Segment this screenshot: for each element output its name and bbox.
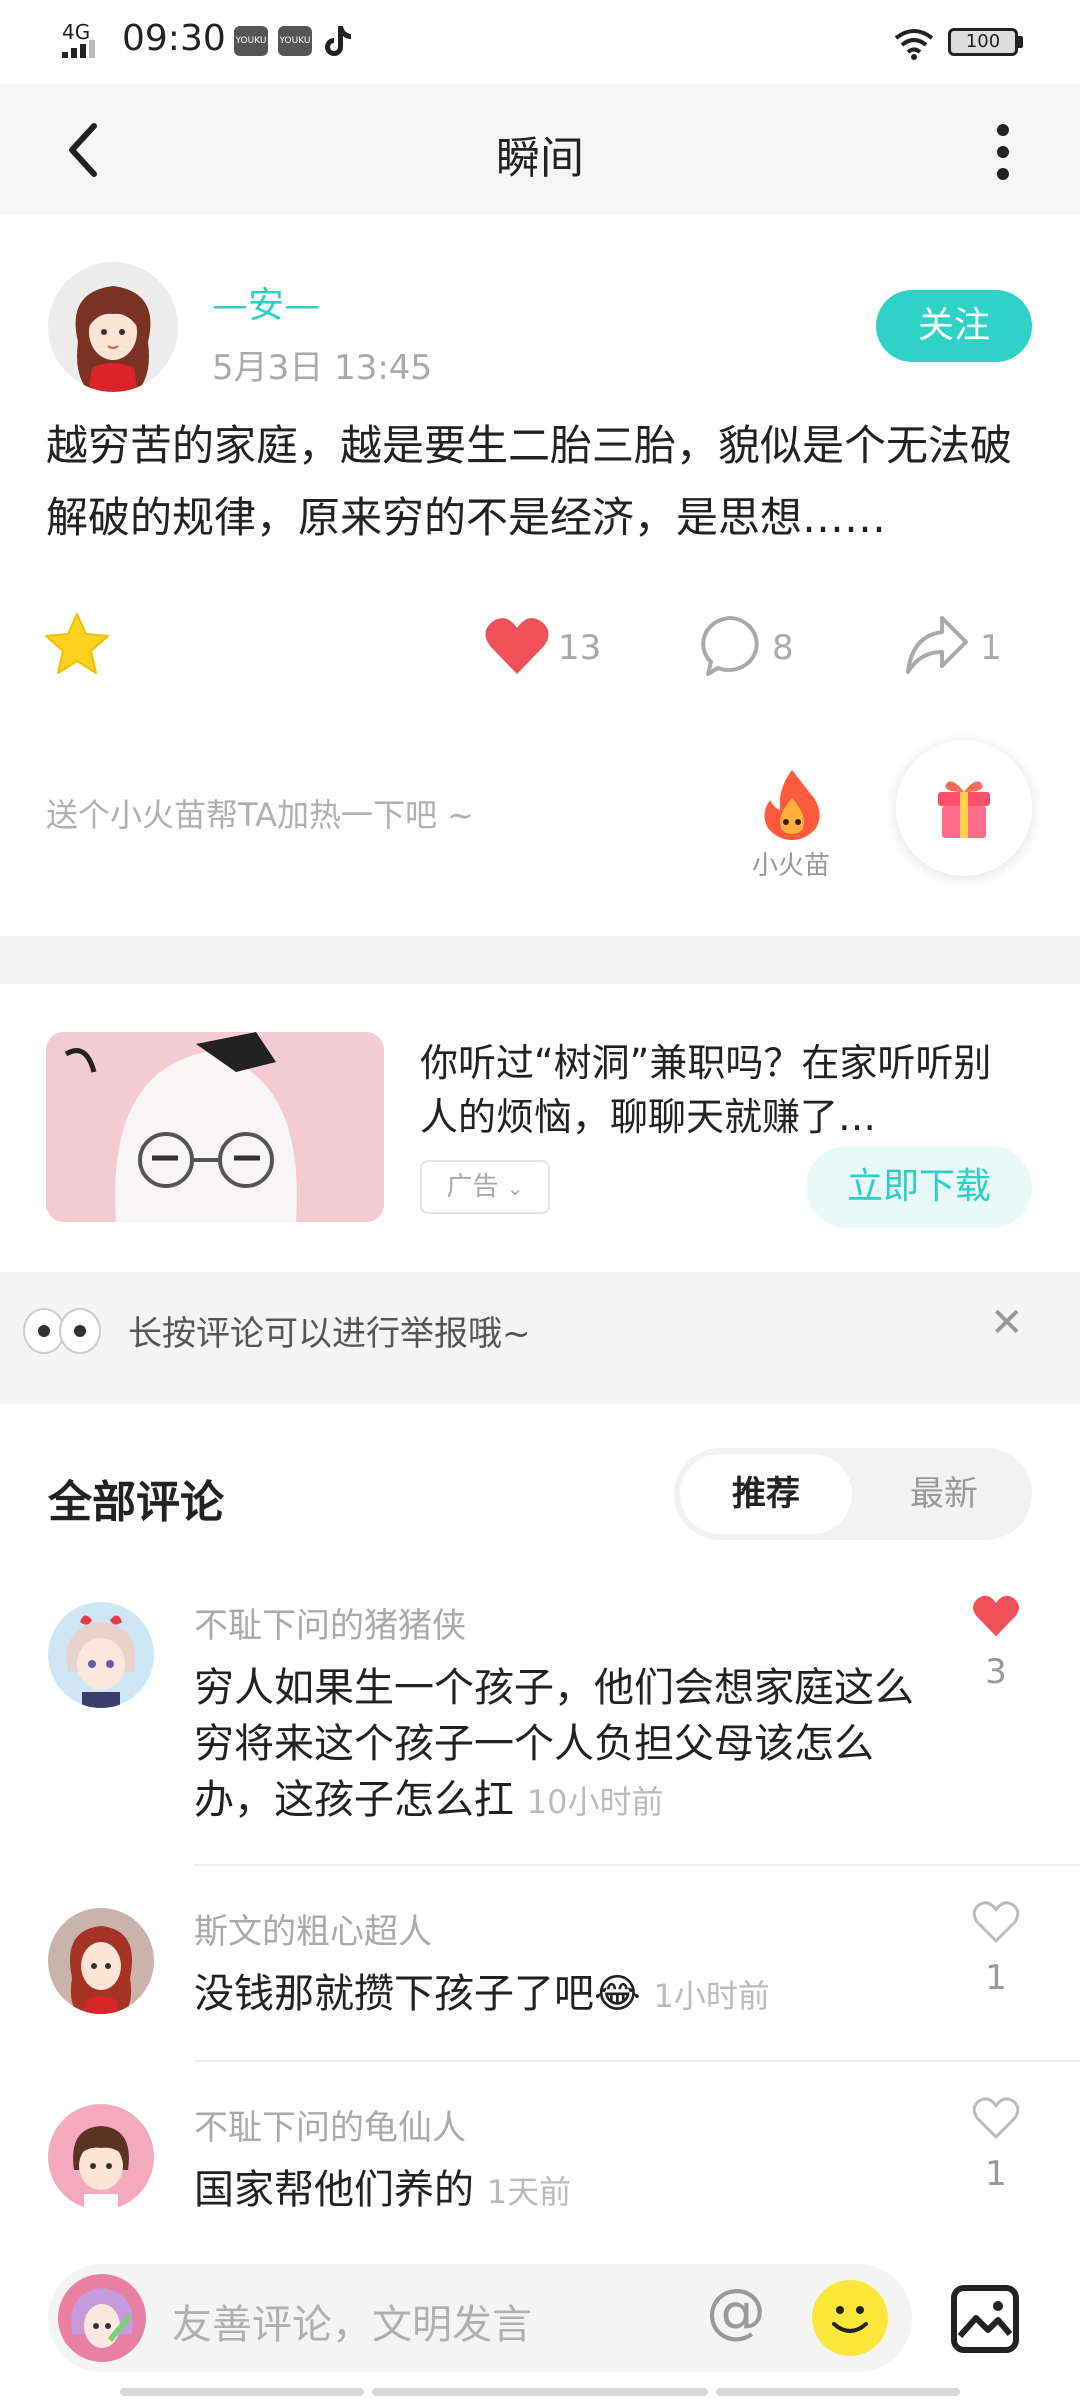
- author-avatar[interactable]: [48, 262, 178, 392]
- download-button[interactable]: 立即下载: [806, 1146, 1032, 1228]
- heat-prompt: 送个小火苗帮TA加热一下吧 ~: [46, 796, 474, 834]
- follow-button[interactable]: 关注: [876, 290, 1032, 362]
- commenter-name[interactable]: 斯文的粗心超人: [194, 1904, 432, 1953]
- gesture-bar: [716, 2388, 960, 2396]
- comment-time: 1天前: [486, 2173, 572, 2211]
- gift-icon: [934, 776, 994, 840]
- author-username[interactable]: —安—: [212, 276, 320, 328]
- comment-time: 10小时前: [526, 1783, 664, 1821]
- more-options-icon[interactable]: [988, 122, 1018, 182]
- sort-recommended-tab[interactable]: 推荐: [680, 1454, 852, 1534]
- close-icon[interactable]: ✕: [990, 1300, 1024, 1346]
- gesture-bar: [120, 2388, 364, 2396]
- emoji-icon[interactable]: [812, 2280, 888, 2356]
- commenter-name[interactable]: 不耻下问的龟仙人: [194, 2100, 466, 2149]
- ad-image[interactable]: [46, 1032, 384, 1222]
- eyes-icon: [22, 1306, 102, 1356]
- page-title: 瞬间: [496, 133, 584, 184]
- gesture-bar: [372, 2388, 708, 2396]
- comment-like-count: 3: [985, 1652, 1007, 1692]
- ad-text[interactable]: 你听过“树洞”兼职吗？在家听听别人的烦恼，聊聊天就赚了…: [420, 1036, 1020, 1144]
- comment-body: 没钱那就攒下孩子了吧😂: [194, 1971, 641, 2017]
- battery-tip: [1018, 36, 1023, 48]
- commenter-avatar[interactable]: [48, 1602, 154, 1708]
- comment-time: 1小时前: [653, 1977, 770, 2015]
- comment-input-placeholder[interactable]: 友善评论，文明发言: [172, 2292, 532, 2350]
- youku-app-icon: YOUKU: [234, 26, 268, 56]
- like-count: 13: [558, 628, 602, 668]
- commenter-name[interactable]: 不耻下问的猪猪侠: [194, 1598, 466, 1647]
- wifi-icon: [894, 28, 934, 60]
- comment-text: 穷人如果生一个孩子，他们会想家庭这么穷将来这个孩子一个人负担父母该怎么办，这孩子…: [194, 1660, 934, 1830]
- notice-text: 长按评论可以进行举报哦~: [128, 1314, 531, 1354]
- heart-outline-icon[interactable]: [972, 2096, 1020, 2140]
- comment-like-count: 1: [985, 1958, 1007, 1998]
- ad-tag[interactable]: 广告 ⌄: [420, 1160, 550, 1214]
- youku-app-icon: YOUKU: [278, 26, 312, 56]
- battery-indicator: 100: [948, 28, 1018, 56]
- post-time: 5月3日 13:45: [212, 348, 433, 388]
- star-icon[interactable]: [44, 612, 110, 676]
- my-avatar[interactable]: [58, 2274, 146, 2362]
- share-count: 1: [980, 628, 1002, 668]
- heart-filled-icon[interactable]: [972, 1594, 1020, 1638]
- section-divider: [0, 936, 1080, 984]
- comment-icon[interactable]: [698, 614, 762, 678]
- signal-icon: [62, 40, 102, 58]
- commenter-avatar[interactable]: [48, 1908, 154, 2014]
- comment-like-count: 1: [985, 2154, 1007, 2194]
- chevron-down-icon: ⌄: [506, 1176, 524, 1200]
- post-text: 越穷苦的家庭，越是要生二胎三胎，貌似是个无法破解破的规律，原来穷的不是经济，是思…: [46, 421, 1013, 542]
- comment-text: 国家帮他们养的 1天前: [194, 2162, 934, 2220]
- heart-outline-icon[interactable]: [972, 1900, 1020, 1944]
- heart-filled-icon[interactable]: [484, 616, 550, 676]
- comment-text: 没钱那就攒下孩子了吧😂 1小时前: [194, 1966, 934, 2024]
- commenter-avatar[interactable]: [48, 2104, 154, 2210]
- image-picker-icon[interactable]: [950, 2284, 1020, 2354]
- tiktok-icon: [322, 24, 354, 58]
- sort-latest-tab[interactable]: 最新: [864, 1454, 1024, 1534]
- ad-tag-label: 广告: [446, 1172, 499, 1202]
- comment-body: 国家帮他们养的: [194, 2167, 474, 2213]
- mention-icon[interactable]: @: [706, 2276, 766, 2346]
- flame-label: 小火苗: [752, 851, 831, 881]
- comments-title: 全部评论: [48, 1477, 224, 1528]
- comment-count: 8: [772, 628, 794, 668]
- flame-icon[interactable]: [760, 768, 824, 840]
- row-divider: [194, 1864, 1080, 1866]
- share-icon[interactable]: [904, 614, 970, 678]
- clock: 09:30: [122, 18, 226, 59]
- row-divider: [194, 2060, 1080, 2062]
